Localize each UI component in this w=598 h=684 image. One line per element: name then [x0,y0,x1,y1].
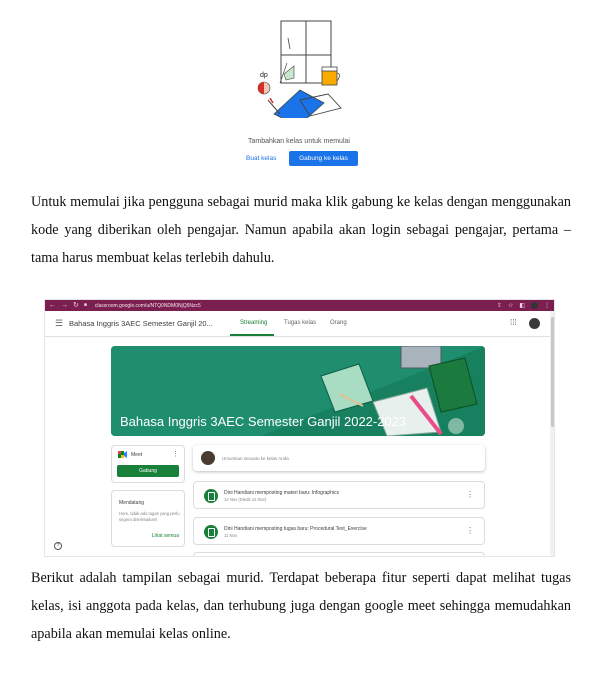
hamburger-menu-icon[interactable]: ☰ [55,318,63,329]
post-more-icon[interactable]: ⋮ [466,526,474,535]
star-icon[interactable]: ☆ [508,302,513,309]
back-icon[interactable]: ← [49,300,56,311]
stream-post[interactable]: Dini Handiani memposting tugas baru: Pro… [193,517,485,545]
browser-menu-icon[interactable]: ⋮ [544,302,550,309]
paragraph-student-view: Berikut adalah tampilan sebagai murid. T… [31,570,571,642]
banner-title: Bahasa Inggris 3AEC Semester Ganjil 2022… [120,414,407,429]
post-date: 12 Nov (Diedit 12 Nov) [224,497,267,502]
tab-streaming[interactable]: Streaming [240,320,267,326]
address-bar[interactable]: classroom.google.com/u/NTQ0NDM0NjQ5Nzc5 [95,303,201,309]
stream-post-partial [193,552,485,556]
class-name[interactable]: Bahasa Inggris 3AEC Semester Ganjil 20..… [69,319,213,328]
empty-state-caption: Tambahkan kelas untuk memulai [248,138,350,145]
page-scrollbar[interactable] [550,311,554,556]
upcoming-card: Mendatang Hore, tidak ada tugas yang per… [111,490,185,547]
user-avatar[interactable] [529,318,540,329]
tab-classwork[interactable]: Tugas kelas [284,320,316,326]
upcoming-title: Mendatang [119,500,145,506]
tab-people[interactable]: Orang [330,320,347,326]
browser-profile-avatar[interactable] [531,302,538,309]
assignment-icon [204,525,218,539]
classroom-screenshot: ← → ↻ ■ classroom.google.com/u/NTQ0NDM0N… [44,299,555,557]
meet-join-button[interactable]: Gabung [117,465,179,477]
forward-icon[interactable]: → [61,300,68,311]
help-icon[interactable]: ? [54,542,62,550]
scrollbar-thumb[interactable] [551,317,554,427]
meet-label: Meet [131,452,143,458]
meet-card: Meet ⋮ Gabung [111,445,185,483]
lock-icon: ■ [83,302,87,308]
create-class-button[interactable]: Buat kelas [246,152,276,166]
svg-text:dp: dp [260,72,268,79]
share-icon[interactable]: ⇪ [497,302,502,309]
post-more-icon[interactable]: ⋮ [466,490,474,499]
post-title: Dini Handiani memposting materi baru: In… [224,490,340,496]
meet-more-icon[interactable]: ⋮ [172,450,179,458]
active-tab-indicator [230,334,274,336]
announce-placeholder: Umumkan sesuatu ke kelas Anda [222,456,289,461]
meet-icon [118,451,127,458]
class-banner: Bahasa Inggris 3AEC Semester Ganjil 2022… [111,346,485,436]
classroom-app-bar: ☰ Bahasa Inggris 3AEC Semester Ganjil 20… [45,311,551,337]
browser-toolbar: ← → ↻ ■ classroom.google.com/u/NTQ0NDM0N… [45,300,554,311]
post-title: Dini Handiani memposting tugas baru: Pro… [224,526,367,532]
announcer-avatar [201,451,215,465]
upcoming-text: Hore, tidak ada tugas yang perlu segera … [119,511,180,522]
paragraph-intro: Untuk memulai jika pengguna sebagai muri… [31,194,571,266]
empty-classroom-illustration: dp [257,20,342,118]
view-all-link[interactable]: Lihat semua [152,533,179,539]
post-date: 11 Nov [224,533,237,538]
stream-post[interactable]: Dini Handiani memposting materi baru: In… [193,481,485,509]
apps-grid-icon[interactable]: ⁞⁞⁞ [510,318,517,327]
extension-icon[interactable]: ◧ [519,302,525,309]
join-class-button[interactable]: Gabung ke kelas [289,151,358,166]
material-icon [204,489,218,503]
announce-box[interactable]: Umumkan sesuatu ke kelas Anda [193,445,485,471]
reload-icon[interactable]: ↻ [73,300,79,311]
